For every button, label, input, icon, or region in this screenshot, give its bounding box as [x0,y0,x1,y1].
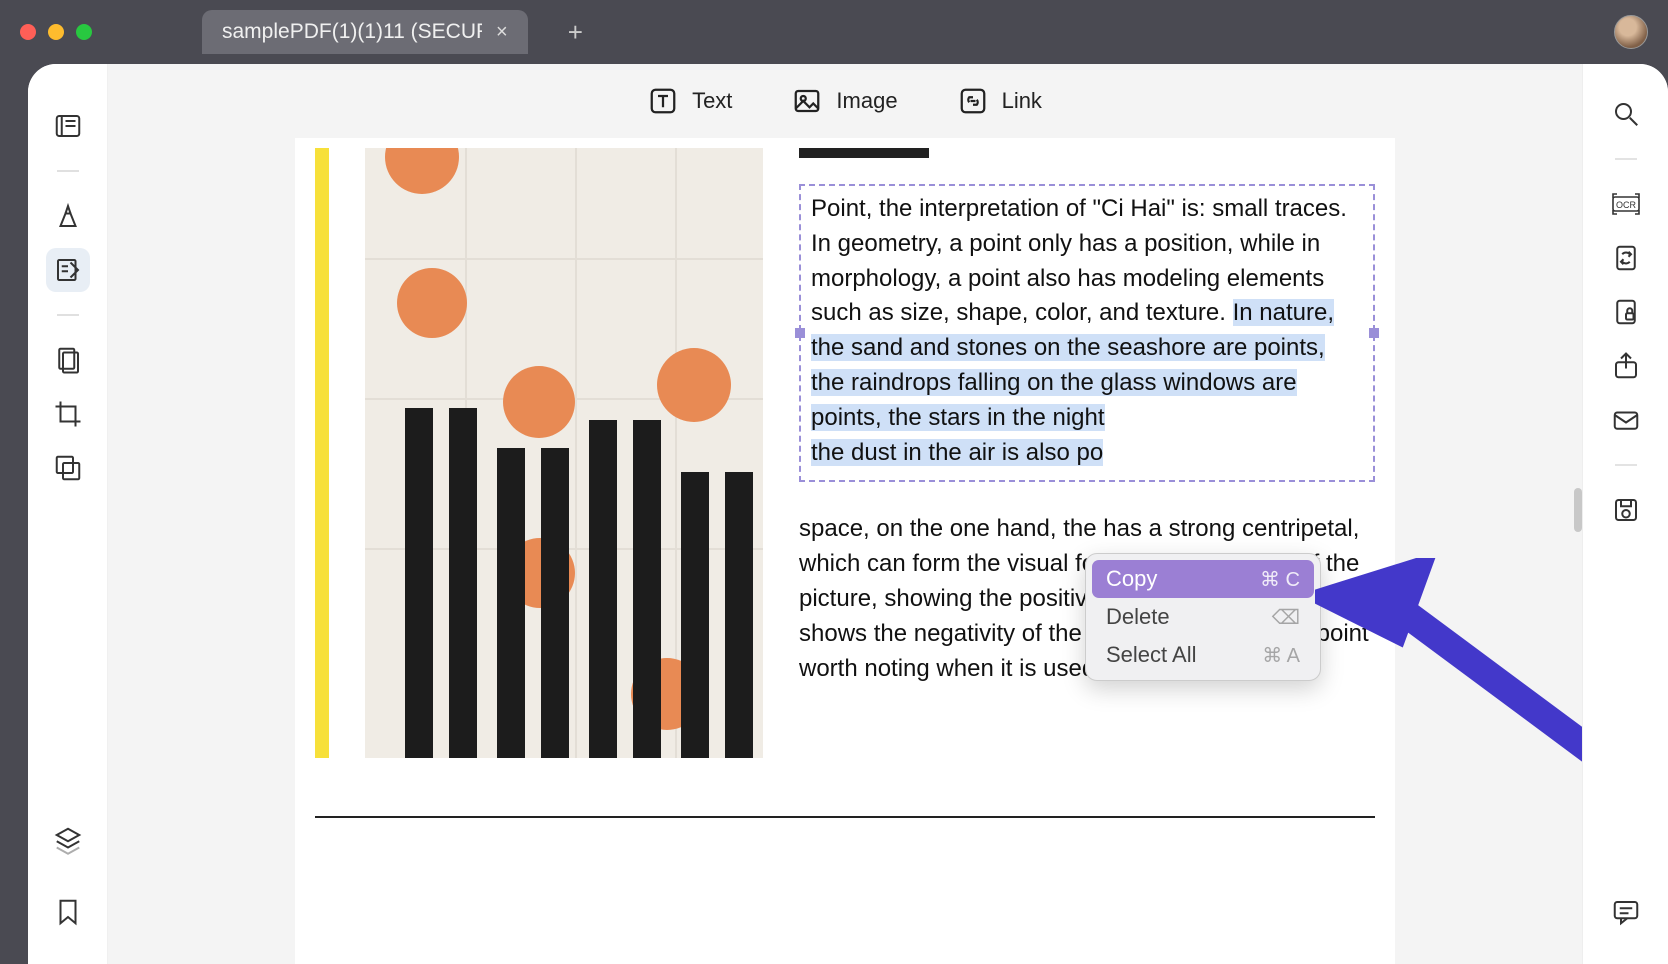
image-tool-button[interactable]: Image [792,86,897,116]
copy-shortcut: ⌘ C [1260,567,1300,592]
user-avatar[interactable] [1614,15,1648,49]
link-tool-button[interactable]: Link [958,86,1042,116]
selection-handle-left[interactable] [795,328,805,338]
thumbnails-panel-button[interactable] [46,104,90,148]
link-tool-label: Link [1002,88,1042,114]
svg-text:OCR: OCR [1616,200,1637,210]
comments-button[interactable] [1604,890,1648,934]
text-tool-label: Text [692,88,732,114]
delete-label: Delete [1106,604,1170,630]
sidebar-separator [1615,158,1637,160]
selectall-label: Select All [1106,642,1197,668]
sidebar-separator [57,314,79,316]
sidebar-separator [57,170,79,172]
save-button[interactable] [1604,488,1648,532]
paragraph1-tail: the dust in the air is also po [811,439,1103,466]
bookmark-button[interactable] [46,890,90,934]
copy-label: Copy [1106,566,1157,592]
layers-button[interactable] [46,818,90,862]
page-viewport[interactable]: Point, the interpretation of "Ci Hai" is… [108,138,1582,964]
context-menu-copy[interactable]: Copy ⌘ C [1092,560,1314,598]
compare-tool-button[interactable] [46,446,90,490]
titlebar: samplePDF(1)(1)11 (SECUR × + [0,0,1668,64]
delete-icon: ⌫ [1272,605,1300,630]
scrollbar-thumb[interactable] [1574,488,1582,532]
highlighter-tool-button[interactable] [46,194,90,238]
sidebar-separator [1615,464,1637,466]
selectall-shortcut: ⌘ A [1262,643,1300,668]
new-tab-button[interactable]: + [568,17,583,48]
crop-tool-button[interactable] [46,392,90,436]
pdf-page: Point, the interpretation of "Ci Hai" is… [295,138,1395,964]
ocr-button[interactable]: OCR [1604,182,1648,226]
context-menu: Copy ⌘ C Delete ⌫ Select All ⌘ A [1085,553,1321,681]
text-tool-button[interactable]: Text [648,86,732,116]
minimize-window-button[interactable] [48,24,64,40]
share-button[interactable] [1604,344,1648,388]
edit-tool-button[interactable] [46,248,90,292]
main-window: Text Image Link [28,64,1668,964]
left-sidebar [28,64,108,964]
center-pane: Text Image Link [108,64,1582,964]
selection-handle-right[interactable] [1369,328,1379,338]
mail-button[interactable] [1604,398,1648,442]
convert-button[interactable] [1604,236,1648,280]
tab-title: samplePDF(1)(1)11 (SECUR [222,20,482,44]
embedded-image[interactable] [365,148,763,758]
close-window-button[interactable] [20,24,36,40]
protect-button[interactable] [1604,290,1648,334]
edit-toolbar: Text Image Link [108,64,1582,138]
context-menu-select-all[interactable]: Select All ⌘ A [1092,636,1314,674]
fullscreen-window-button[interactable] [76,24,92,40]
right-sidebar: OCR [1582,64,1668,964]
document-tab[interactable]: samplePDF(1)(1)11 (SECUR × [202,10,528,54]
yellow-margin-strip [315,148,329,758]
window-controls [20,24,92,40]
heading-rule [799,148,929,158]
context-menu-delete[interactable]: Delete ⌫ [1092,598,1314,636]
image-tool-label: Image [836,88,897,114]
tab-close-icon[interactable]: × [496,21,508,44]
page-manager-button[interactable] [46,338,90,382]
horizontal-rule [315,816,1375,818]
selected-text-block[interactable]: Point, the interpretation of "Ci Hai" is… [799,184,1375,482]
search-button[interactable] [1604,92,1648,136]
